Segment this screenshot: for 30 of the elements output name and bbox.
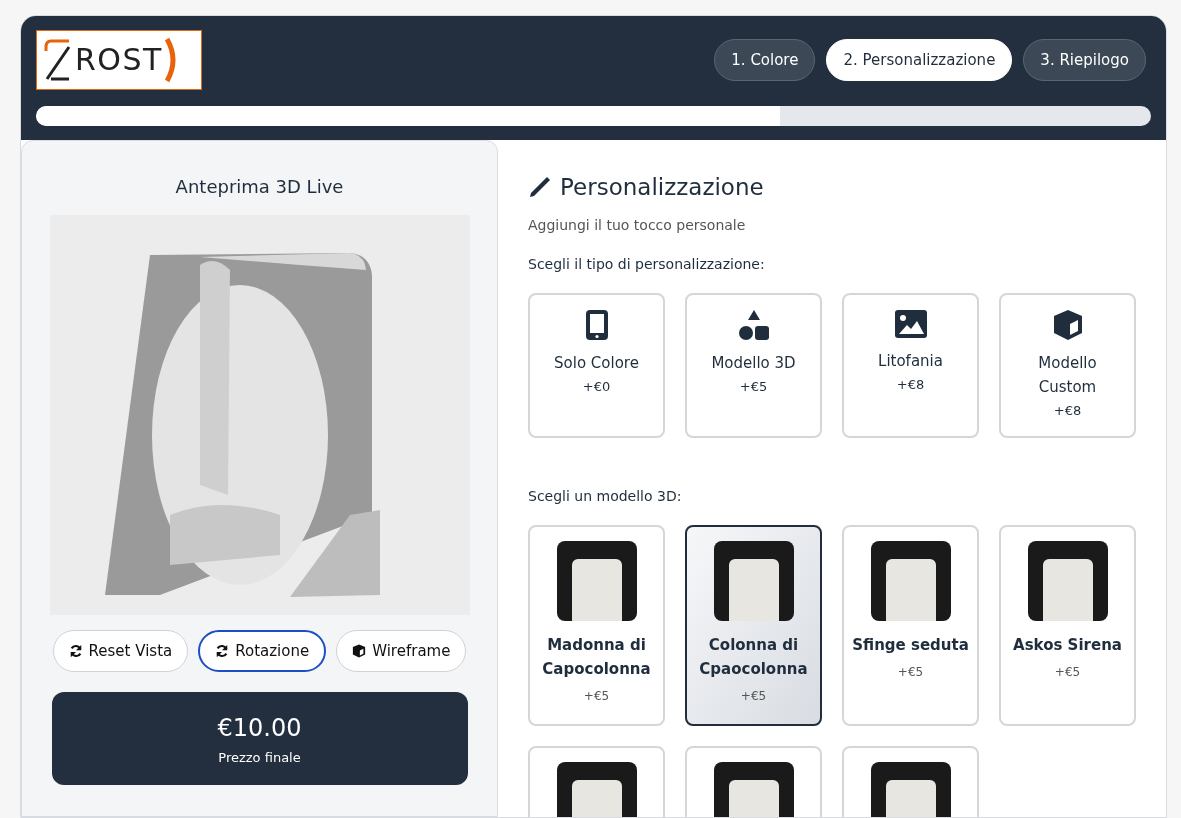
refresh-icon	[68, 644, 83, 658]
model-card[interactable]: Sfinge seduta +€5	[842, 524, 979, 726]
type-option[interactable]: Litofania +€8	[842, 292, 979, 438]
logo-text: ROST	[75, 45, 163, 75]
model-prompt: Scegli un modello 3D:	[528, 486, 683, 506]
viewer-button[interactable]: Rotazione	[198, 630, 327, 672]
model-card[interactable]: Colonna di Cpaocolonna +€5	[685, 524, 822, 726]
shapes-icon	[737, 308, 770, 341]
phone-icon	[584, 308, 609, 341]
price-label: Prezzo finale	[218, 748, 301, 767]
section-subtitle: Aggiungi il tuo tocco personale	[528, 215, 747, 235]
preview-title: Anteprima 3D Live	[175, 175, 344, 199]
cube-icon	[352, 644, 367, 658]
price-value: €10.00	[217, 712, 302, 744]
section-title: Personalizzazione	[560, 173, 764, 202]
refresh-icon	[215, 644, 230, 658]
type-option[interactable]: Modello 3D +€5	[685, 292, 822, 438]
viewer-button[interactable]: Reset Vista	[52, 630, 189, 672]
pencil-icon	[528, 175, 552, 200]
type-option[interactable]: Modello Custom +€8	[999, 292, 1136, 438]
viewer-button[interactable]: Wireframe	[336, 630, 467, 672]
step-tab[interactable]: 1. Colore	[714, 39, 816, 81]
cube-icon	[1051, 308, 1084, 341]
model-card[interactable]: Askos Sirena +€5	[999, 524, 1136, 726]
type-prompt: Scegli il tipo di personalizzazione:	[528, 254, 766, 274]
step-tab[interactable]: 3. Riepilogo	[1023, 39, 1146, 81]
step-tab[interactable]: 2. Personalizzazione	[826, 39, 1013, 81]
image-icon	[893, 308, 928, 339]
type-option[interactable]: Solo Colore +€0	[528, 292, 665, 438]
model-card[interactable]: Madonna di Capocolonna +€5	[528, 524, 665, 726]
